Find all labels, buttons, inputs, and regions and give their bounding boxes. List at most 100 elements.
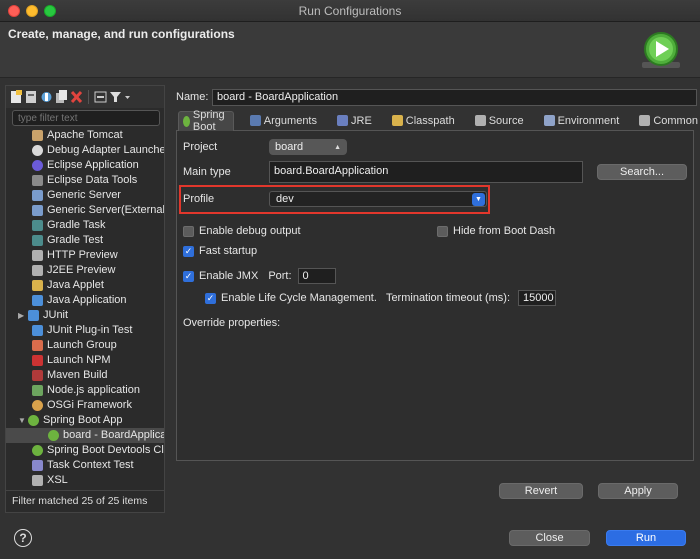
enable-debug-checkbox[interactable]: [183, 225, 194, 237]
tree-item-debug-adapter[interactable]: Debug Adapter Launcher: [6, 143, 164, 158]
tree-item-label: Eclipse Application: [47, 159, 139, 171]
tree-toolbar: [6, 86, 164, 108]
chevron-down-icon[interactable]: [124, 90, 131, 104]
filter-icon[interactable]: [109, 90, 122, 104]
tree-item-launch-npm[interactable]: Launch NPM: [6, 353, 164, 368]
junit-plugin-icon: [32, 325, 43, 336]
enable-debug-label: Enable debug output: [199, 225, 301, 237]
fast-startup-checkbox[interactable]: ✓: [183, 245, 194, 257]
dialog-header: Create, manage, and run configurations: [0, 22, 700, 78]
new-config-icon[interactable]: [10, 90, 23, 104]
hide-boot-dash-checkbox[interactable]: [437, 225, 448, 237]
close-button[interactable]: Close: [509, 530, 590, 546]
tree-item-task-context-test[interactable]: Task Context Test: [6, 458, 164, 473]
enable-jmx-checkbox[interactable]: ✓: [183, 270, 194, 282]
delete-config-icon[interactable]: [70, 90, 83, 104]
tree-item-label: Node.js application: [47, 384, 140, 396]
tab-jre[interactable]: JRE: [333, 111, 376, 131]
filter-input[interactable]: [12, 110, 160, 126]
tree-item-eclipse-data-tools[interactable]: Eclipse Data Tools: [6, 173, 164, 188]
tree-item-label: XSL: [47, 474, 68, 486]
help-icon[interactable]: ?: [14, 529, 32, 547]
tree-item-apache-tomcat[interactable]: Apache Tomcat: [6, 128, 164, 143]
override-row: Override properties:: [183, 317, 280, 329]
tree-item-spring-devtools[interactable]: Spring Boot Devtools Clien: [6, 443, 164, 458]
tree-item-junit[interactable]: ▶ JUnit: [6, 308, 164, 323]
configuration-tree: Apache Tomcat Debug Adapter Launcher Ecl…: [6, 128, 164, 488]
tree-item-java-applet[interactable]: Java Applet: [6, 278, 164, 293]
tree-item-gradle-task[interactable]: Gradle Task: [6, 218, 164, 233]
tree-item-label: Maven Build: [47, 369, 108, 381]
profile-value: dev: [276, 193, 294, 205]
profile-row: Profile dev ▼: [183, 191, 487, 207]
name-input[interactable]: [212, 88, 697, 106]
spring-boot-icon: [183, 115, 190, 127]
tree-item-maven-build[interactable]: Maven Build: [6, 368, 164, 383]
tab-common[interactable]: Common: [635, 111, 700, 131]
chevron-down-icon[interactable]: ▼: [472, 192, 485, 206]
tree-item-java-application[interactable]: Java Application: [6, 293, 164, 308]
tree-item-nodejs-application[interactable]: Node.js application: [6, 383, 164, 398]
tree-item-label: Gradle Test: [47, 234, 104, 246]
duplicate-config-icon[interactable]: [55, 90, 68, 104]
tree-item-junit-plugin-test[interactable]: JUnit Plug-in Test: [6, 323, 164, 338]
jre-icon: [337, 115, 348, 126]
tree-item-label: HTTP Preview: [47, 249, 118, 261]
server-external-icon: [32, 205, 43, 216]
tree-item-osgi-framework[interactable]: OSGi Framework: [6, 398, 164, 413]
tree-item-http-preview[interactable]: HTTP Preview: [6, 248, 164, 263]
tree-item-label: Generic Server(External La: [47, 204, 164, 216]
profile-combo[interactable]: dev ▼: [269, 191, 487, 207]
fast-startup-label: Fast startup: [199, 245, 258, 257]
tab-label: Common: [653, 114, 698, 127]
tree-item-spring-boot-app[interactable]: ▼ Spring Boot App: [6, 413, 164, 428]
tab-classpath[interactable]: Classpath: [388, 111, 459, 131]
http-preview-icon: [32, 250, 43, 261]
main-type-input[interactable]: board.BoardApplication: [269, 161, 583, 183]
new-prototype-icon[interactable]: [25, 90, 38, 104]
chevron-down-icon[interactable]: ▼: [18, 413, 28, 428]
tree-item-gradle-test[interactable]: Gradle Test: [6, 233, 164, 248]
main-type-label: Main type: [183, 166, 231, 178]
revert-button[interactable]: Revert: [499, 483, 583, 499]
environment-icon: [543, 115, 555, 126]
apply-button[interactable]: Apply: [598, 483, 678, 499]
tab-environment[interactable]: Environment: [540, 111, 624, 131]
tree-item-board-application[interactable]: board - BoardApplicati: [6, 428, 164, 443]
tree-item-eclipse-application[interactable]: Eclipse Application: [6, 158, 164, 173]
spring-boot-icon: [28, 415, 39, 426]
tree-item-label: board - BoardApplicati: [63, 429, 164, 441]
tab-arguments[interactable]: Arguments: [246, 111, 321, 131]
lifecycle-label: Enable Life Cycle Management.: [221, 292, 377, 304]
header-title: Create, manage, and run configurations: [8, 27, 235, 41]
tab-spring-boot[interactable]: Spring Boot: [178, 109, 234, 133]
run-button[interactable]: Run: [606, 530, 686, 546]
debug-adapter-icon: [32, 145, 43, 156]
tree-item-generic-server-external[interactable]: Generic Server(External La: [6, 203, 164, 218]
tree-item-label: Gradle Task: [47, 219, 106, 231]
search-button[interactable]: Search...: [597, 164, 687, 180]
tab-source[interactable]: Source: [471, 111, 528, 131]
osgi-icon: [32, 400, 43, 411]
timeout-input[interactable]: 15000: [518, 290, 557, 306]
name-label: Name:: [176, 91, 209, 103]
collapse-all-icon[interactable]: [94, 90, 107, 104]
spring-devtools-icon: [32, 445, 43, 456]
tree-item-launch-group[interactable]: Launch Group: [6, 338, 164, 353]
tree-item-generic-server[interactable]: Generic Server: [6, 188, 164, 203]
tree-item-j2ee-preview[interactable]: J2EE Preview: [6, 263, 164, 278]
window-title: Run Configurations: [298, 4, 402, 18]
java-app-icon: [32, 295, 43, 306]
jmx-row: ✓ Enable JMX Port: 0: [183, 268, 336, 284]
common-icon: [639, 115, 651, 126]
tree-item-xsl[interactable]: XSL: [6, 473, 164, 488]
export-config-icon[interactable]: [40, 90, 53, 104]
run-configurations-window: Run Configurations Create, manage, and r…: [0, 0, 700, 559]
port-input[interactable]: 0: [297, 268, 336, 284]
lifecycle-checkbox[interactable]: ✓: [205, 292, 216, 304]
chevron-right-icon[interactable]: ▶: [18, 308, 28, 323]
tab-label: JRE: [351, 114, 372, 127]
gradle-icon: [32, 220, 43, 231]
tree-item-label: J2EE Preview: [47, 264, 116, 276]
project-select[interactable]: board ▲: [269, 139, 347, 155]
